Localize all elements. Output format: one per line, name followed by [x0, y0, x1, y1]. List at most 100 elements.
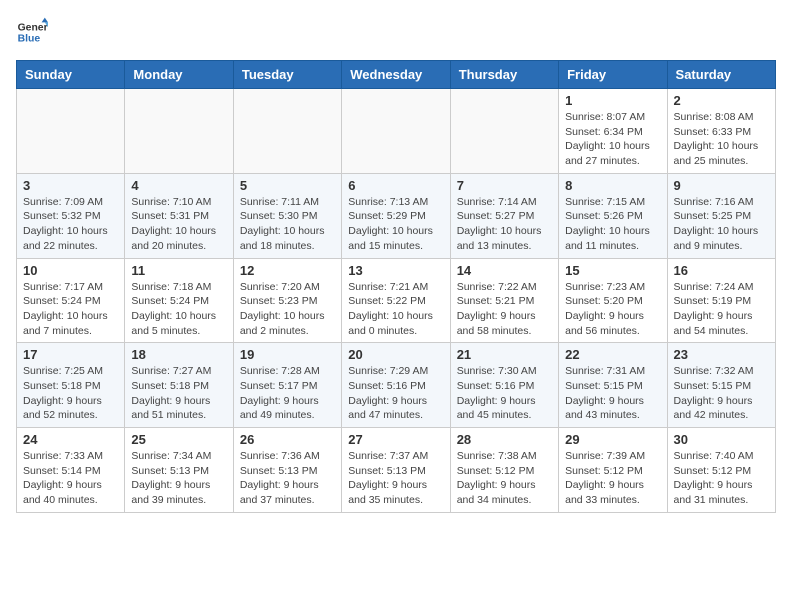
svg-text:Blue: Blue	[18, 34, 41, 45]
day-info: Sunrise: 8:08 AMSunset: 6:33 PMDaylight:…	[674, 110, 769, 169]
calendar-day-cell: 21Sunrise: 7:30 AMSunset: 5:16 PMDayligh…	[450, 343, 558, 428]
calendar-day-cell: 6 Sunrise: 7:13 AMSunset: 5:29 PMDaylight…	[342, 173, 450, 258]
day-number: 30	[674, 432, 769, 447]
calendar-day-cell: 14 Sunrise: 7:22 AMSunset: 5:21 PMDayligh…	[450, 258, 558, 343]
day-info: Sunrise: 7:15 AMSunset: 5:26 PMDaylight:…	[565, 195, 660, 254]
day-info: Sunrise: 7:33 AMSunset: 5:14 PMDaylight:…	[23, 449, 118, 508]
day-number: 14	[457, 263, 552, 278]
day-number: 27	[348, 432, 443, 447]
day-number: 4	[131, 178, 226, 193]
calendar-day-cell: 19 Sunrise: 7:28 AMSunset: 5:17 PMDayligh…	[233, 343, 341, 428]
day-info: Sunrise: 7:14 AMSunset: 5:27 PMDaylight:…	[457, 195, 552, 254]
day-info: Sunrise: 7:34 AMSunset: 5:13 PMDaylight:…	[131, 449, 226, 508]
day-number: 6	[348, 178, 443, 193]
day-info: Sunrise: 7:32 AMSunset: 5:15 PMDaylight:…	[674, 364, 769, 423]
dow-header: Thursday	[450, 61, 558, 89]
calendar-day-cell	[233, 89, 341, 174]
day-number: 8	[565, 178, 660, 193]
calendar-week-row: 24 Sunrise: 7:33 AMSunset: 5:14 PMDayligh…	[17, 428, 776, 513]
day-info: Sunrise: 7:37 AMSunset: 5:13 PMDaylight:…	[348, 449, 443, 508]
calendar-day-cell: 5Sunrise: 7:11 AMSunset: 5:30 PMDaylight…	[233, 173, 341, 258]
calendar-week-row: 17 Sunrise: 7:25 AMSunset: 5:18 PMDayligh…	[17, 343, 776, 428]
dow-header: Monday	[125, 61, 233, 89]
calendar-day-cell: 23 Sunrise: 7:32 AMSunset: 5:15 PMDayligh…	[667, 343, 775, 428]
calendar-day-cell: 9 Sunrise: 7:16 AMSunset: 5:25 PMDaylight…	[667, 173, 775, 258]
day-number: 19	[240, 347, 335, 362]
day-number: 17	[23, 347, 118, 362]
day-info: Sunrise: 7:21 AMSunset: 5:22 PMDaylight:…	[348, 280, 443, 339]
day-info: Sunrise: 7:18 AMSunset: 5:24 PMDaylight:…	[131, 280, 226, 339]
day-info: Sunrise: 7:22 AMSunset: 5:21 PMDaylight:…	[457, 280, 552, 339]
calendar-day-cell: 25 Sunrise: 7:34 AMSunset: 5:13 PMDayligh…	[125, 428, 233, 513]
calendar-day-cell: 26 Sunrise: 7:36 AMSunset: 5:13 PMDayligh…	[233, 428, 341, 513]
day-number: 2	[674, 93, 769, 108]
day-info: Sunrise: 7:29 AMSunset: 5:16 PMDaylight:…	[348, 364, 443, 423]
calendar-day-cell: 18 Sunrise: 7:27 AMSunset: 5:18 PMDayligh…	[125, 343, 233, 428]
calendar-day-cell: 15 Sunrise: 7:23 AMSunset: 5:20 PMDayligh…	[559, 258, 667, 343]
day-info: Sunrise: 7:09 AMSunset: 5:32 PMDaylight:…	[23, 195, 118, 254]
logo-icon: General Blue	[16, 16, 48, 48]
day-number: 29	[565, 432, 660, 447]
calendar-day-cell: 20 Sunrise: 7:29 AMSunset: 5:16 PMDayligh…	[342, 343, 450, 428]
day-info: Sunrise: 7:10 AMSunset: 5:31 PMDaylight:…	[131, 195, 226, 254]
day-info: Sunrise: 7:39 AMSunset: 5:12 PMDaylight:…	[565, 449, 660, 508]
day-number: 1	[565, 93, 660, 108]
day-info: Sunrise: 7:30 AMSunset: 5:16 PMDaylight:…	[457, 364, 552, 423]
calendar-day-cell: 10 Sunrise: 7:17 AMSunset: 5:24 PMDayligh…	[17, 258, 125, 343]
day-number: 10	[23, 263, 118, 278]
calendar-day-cell: 12 Sunrise: 7:20 AMSunset: 5:23 PMDayligh…	[233, 258, 341, 343]
calendar-day-cell: 11 Sunrise: 7:18 AMSunset: 5:24 PMDayligh…	[125, 258, 233, 343]
day-info: Sunrise: 7:28 AMSunset: 5:17 PMDaylight:…	[240, 364, 335, 423]
calendar-day-cell: 7 Sunrise: 7:14 AMSunset: 5:27 PMDaylight…	[450, 173, 558, 258]
day-number: 20	[348, 347, 443, 362]
day-number: 24	[23, 432, 118, 447]
day-number: 28	[457, 432, 552, 447]
day-number: 15	[565, 263, 660, 278]
calendar-day-cell	[125, 89, 233, 174]
day-info: Sunrise: 7:20 AMSunset: 5:23 PMDaylight:…	[240, 280, 335, 339]
day-info: Sunrise: 7:36 AMSunset: 5:13 PMDaylight:…	[240, 449, 335, 508]
day-number: 3	[23, 178, 118, 193]
day-info: Sunrise: 7:27 AMSunset: 5:18 PMDaylight:…	[131, 364, 226, 423]
day-number: 9	[674, 178, 769, 193]
dow-header: Tuesday	[233, 61, 341, 89]
day-number: 25	[131, 432, 226, 447]
day-number: 23	[674, 347, 769, 362]
day-info: Sunrise: 7:16 AMSunset: 5:25 PMDaylight:…	[674, 195, 769, 254]
day-info: Sunrise: 7:23 AMSunset: 5:20 PMDaylight:…	[565, 280, 660, 339]
calendar-week-row: 1Sunrise: 8:07 AMSunset: 6:34 PMDaylight…	[17, 89, 776, 174]
calendar-day-cell: 4 Sunrise: 7:10 AMSunset: 5:31 PMDaylight…	[125, 173, 233, 258]
day-info: Sunrise: 7:38 AMSunset: 5:12 PMDaylight:…	[457, 449, 552, 508]
calendar-body: 1Sunrise: 8:07 AMSunset: 6:34 PMDaylight…	[17, 89, 776, 513]
day-info: Sunrise: 7:17 AMSunset: 5:24 PMDaylight:…	[23, 280, 118, 339]
calendar-day-cell: 27 Sunrise: 7:37 AMSunset: 5:13 PMDayligh…	[342, 428, 450, 513]
header: General Blue	[16, 16, 776, 48]
day-info: Sunrise: 7:13 AMSunset: 5:29 PMDaylight:…	[348, 195, 443, 254]
calendar-day-cell: 24 Sunrise: 7:33 AMSunset: 5:14 PMDayligh…	[17, 428, 125, 513]
day-info: Sunrise: 7:11 AMSunset: 5:30 PMDaylight:…	[240, 195, 335, 254]
calendar-day-cell	[450, 89, 558, 174]
calendar-day-cell: 22Sunrise: 7:31 AMSunset: 5:15 PMDayligh…	[559, 343, 667, 428]
day-number: 18	[131, 347, 226, 362]
day-number: 12	[240, 263, 335, 278]
logo: General Blue	[16, 16, 24, 48]
day-number: 16	[674, 263, 769, 278]
calendar-day-cell: 28 Sunrise: 7:38 AMSunset: 5:12 PMDayligh…	[450, 428, 558, 513]
calendar-day-cell: 16Sunrise: 7:24 AMSunset: 5:19 PMDayligh…	[667, 258, 775, 343]
dow-header: Friday	[559, 61, 667, 89]
day-info: Sunrise: 7:25 AMSunset: 5:18 PMDaylight:…	[23, 364, 118, 423]
day-number: 26	[240, 432, 335, 447]
calendar-week-row: 3 Sunrise: 7:09 AMSunset: 5:32 PMDaylight…	[17, 173, 776, 258]
dow-header: Wednesday	[342, 61, 450, 89]
calendar-day-cell: 8 Sunrise: 7:15 AMSunset: 5:26 PMDaylight…	[559, 173, 667, 258]
calendar-day-cell: 13 Sunrise: 7:21 AMSunset: 5:22 PMDayligh…	[342, 258, 450, 343]
day-number: 13	[348, 263, 443, 278]
calendar-day-cell: 2 Sunrise: 8:08 AMSunset: 6:33 PMDaylight…	[667, 89, 775, 174]
day-info: Sunrise: 7:40 AMSunset: 5:12 PMDaylight:…	[674, 449, 769, 508]
calendar-day-cell: 1Sunrise: 8:07 AMSunset: 6:34 PMDaylight…	[559, 89, 667, 174]
day-number: 7	[457, 178, 552, 193]
day-number: 11	[131, 263, 226, 278]
calendar-day-cell	[17, 89, 125, 174]
calendar-day-cell: 3 Sunrise: 7:09 AMSunset: 5:32 PMDaylight…	[17, 173, 125, 258]
calendar-week-row: 10 Sunrise: 7:17 AMSunset: 5:24 PMDayligh…	[17, 258, 776, 343]
